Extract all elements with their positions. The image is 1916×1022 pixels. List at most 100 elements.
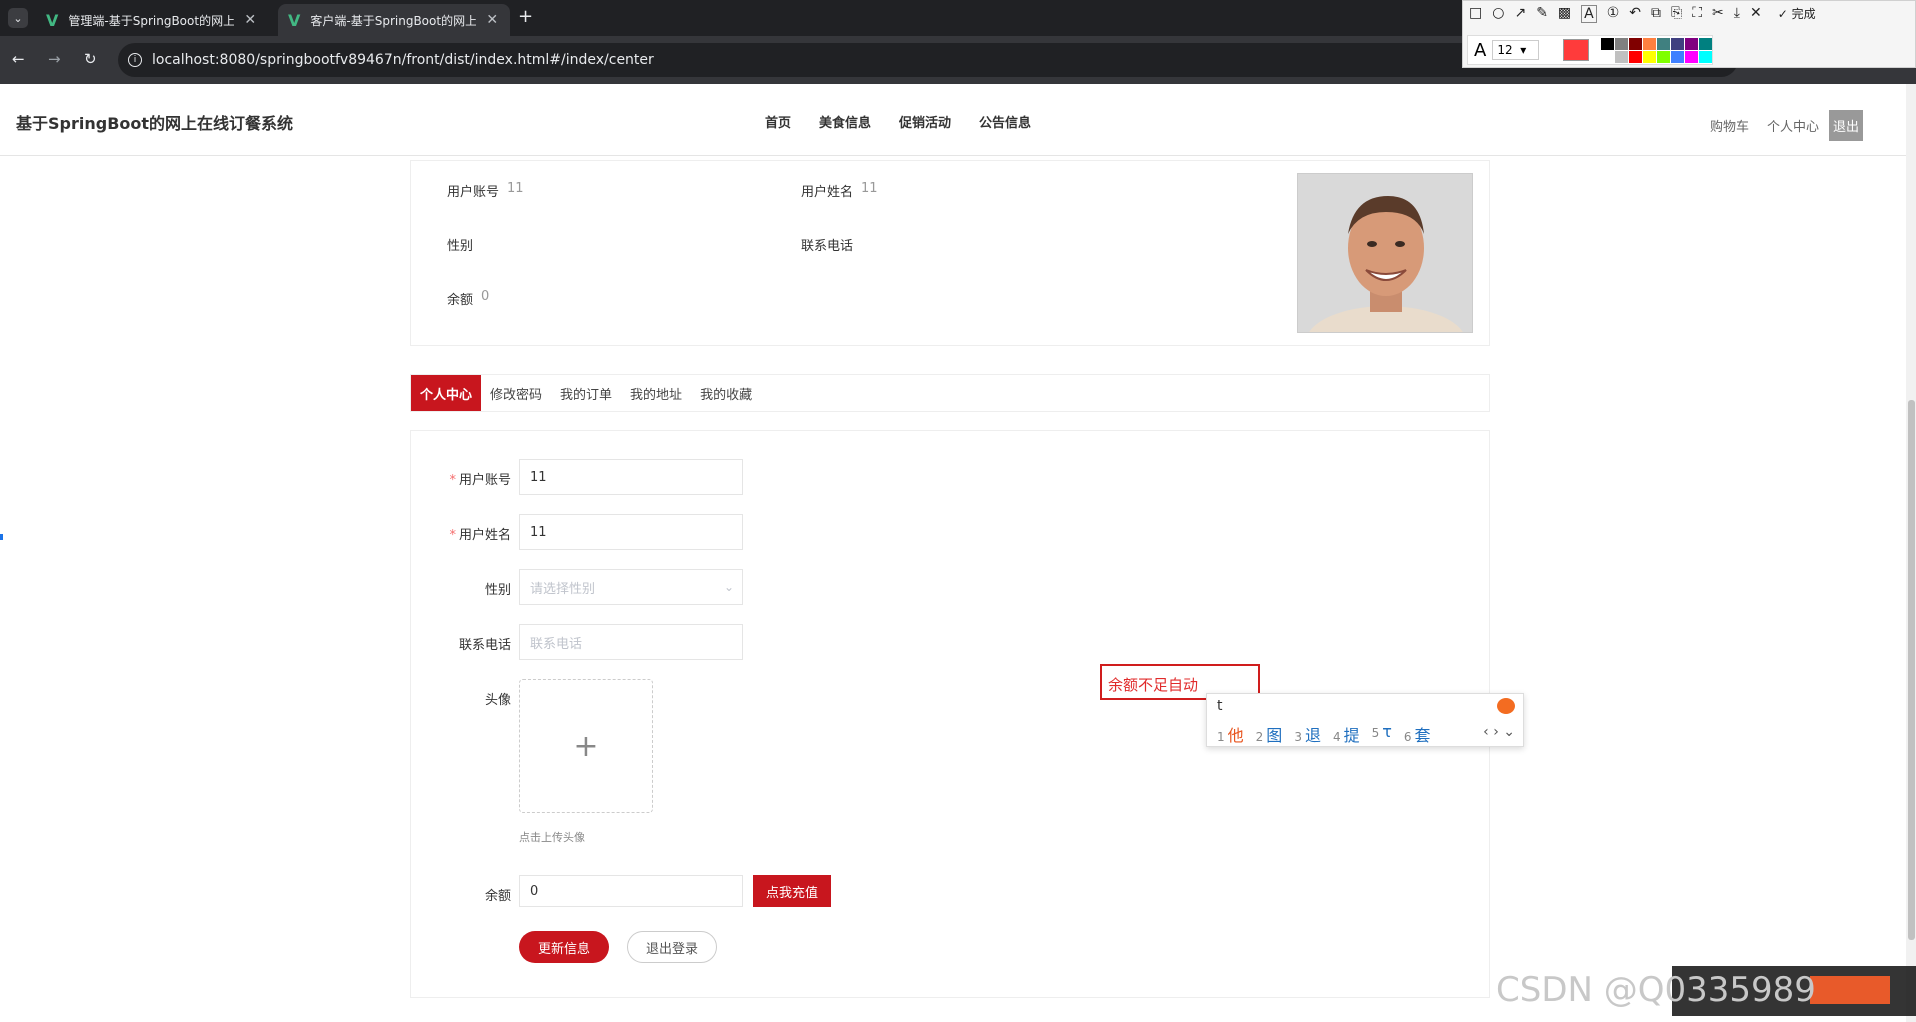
ime-candidate[interactable]: 5τ: [1372, 722, 1392, 746]
gender-select[interactable]: 请选择性别 ⌄: [519, 569, 743, 605]
ime-candidate[interactable]: 2图: [1256, 722, 1283, 746]
balance-field-label: 余额: [484, 889, 511, 904]
color-swatch[interactable]: [1699, 37, 1712, 50]
browser-tab-client[interactable]: V 客户端-基于SpringBoot的网上 ✕: [278, 4, 510, 36]
undo-icon[interactable]: ↶: [1629, 5, 1641, 23]
candidate-char: 套: [1414, 726, 1431, 745]
pen-tool-icon[interactable]: ✎: [1536, 5, 1548, 23]
font-size-select[interactable]: 12 ▾: [1492, 40, 1540, 60]
ime-candidate[interactable]: 3退: [1294, 722, 1321, 746]
color-swatch[interactable]: [1657, 50, 1670, 63]
avatar-upload[interactable]: +: [519, 679, 653, 813]
ime-candidate[interactable]: 1他: [1217, 722, 1244, 746]
cart-link[interactable]: 购物车: [1710, 116, 1749, 135]
color-swatch[interactable]: [1643, 37, 1656, 50]
forward-icon[interactable]: →: [48, 50, 61, 68]
ellipse-tool-icon[interactable]: ○: [1492, 5, 1504, 23]
close-tab-icon[interactable]: ✕: [486, 12, 498, 28]
color-swatch[interactable]: [1685, 50, 1698, 63]
copy-icon[interactable]: ⧉: [1651, 5, 1661, 23]
vue-logo-icon: V: [46, 10, 59, 30]
download-icon[interactable]: ⤓: [1734, 5, 1740, 23]
reload-icon[interactable]: ↻: [84, 50, 97, 68]
phone-input[interactable]: 联系电话: [519, 624, 743, 660]
browser-tab-admin[interactable]: V 管理端-基于SpringBoot的网上 ✕: [36, 4, 276, 36]
name-input[interactable]: 11: [519, 514, 743, 550]
text-tool-icon[interactable]: A: [1581, 5, 1597, 23]
color-swatch[interactable]: [1671, 37, 1684, 50]
upload-hint: 点击上传头像: [519, 831, 585, 844]
tab-search-button[interactable]: ⌄: [8, 8, 28, 28]
name-field-label-text: 用户姓名: [458, 528, 511, 543]
candidate-char: 他: [1227, 726, 1244, 745]
site-info-icon[interactable]: i: [128, 53, 142, 67]
name-field-label: * 用户姓名: [411, 524, 511, 543]
candidate-number: 6: [1403, 730, 1412, 744]
nav-announcements[interactable]: 公告信息: [979, 112, 1031, 131]
done-label: 完成: [1791, 7, 1816, 21]
font-icon: A: [1474, 39, 1487, 61]
nav-food-info[interactable]: 美食信息: [819, 112, 871, 131]
tab-change-password[interactable]: 修改密码: [481, 375, 551, 411]
color-swatch[interactable]: [1629, 50, 1642, 63]
overlay-red-badge: [1810, 976, 1890, 1004]
balance-label: 余额: [447, 293, 474, 308]
ime-typed-text: t: [1217, 698, 1223, 714]
candidate-number: 5: [1371, 726, 1380, 740]
tab-personal-center[interactable]: 个人中心: [411, 375, 482, 411]
name-value: 11: [861, 181, 878, 196]
nav-promotions[interactable]: 促销活动: [899, 112, 951, 131]
color-swatch[interactable]: [1629, 37, 1642, 50]
account-field-label-text: 用户账号: [458, 473, 511, 488]
color-swatch[interactable]: [1601, 50, 1614, 63]
nav-home[interactable]: 首页: [765, 112, 791, 131]
close-tab-icon[interactable]: ✕: [244, 12, 256, 28]
chevron-down-icon: ⌄: [723, 580, 734, 594]
new-tab-button[interactable]: +: [518, 6, 533, 27]
tab-title: 客户端-基于SpringBoot的网上: [310, 13, 477, 28]
logout-login-button[interactable]: 退出登录: [627, 931, 717, 963]
avatar-field-label: 头像: [484, 693, 511, 708]
mosaic-tool-icon[interactable]: ▩: [1558, 5, 1571, 23]
current-color-swatch[interactable]: [1563, 39, 1589, 61]
scrollbar-thumb[interactable]: [1908, 400, 1915, 940]
tab-my-orders[interactable]: 我的订单: [551, 375, 621, 411]
color-swatch[interactable]: [1685, 37, 1698, 50]
tab-my-address[interactable]: 我的地址: [621, 375, 691, 411]
header-user-links: 购物车 个人中心 退出: [1710, 110, 1864, 141]
account-input[interactable]: 11: [519, 459, 743, 495]
color-swatch[interactable]: [1699, 50, 1712, 63]
profile-info-card: 用户账号 11 用户姓名 11 性别 联系电话 余额 0: [410, 160, 1490, 346]
account-field-label: * 用户账号: [411, 469, 511, 488]
color-swatch[interactable]: [1643, 50, 1656, 63]
phone-label: 联系电话: [801, 239, 854, 254]
recharge-button[interactable]: 点我充值: [753, 875, 831, 907]
pin-icon[interactable]: ⎘: [1671, 5, 1682, 23]
candidate-char: τ: [1382, 722, 1392, 741]
color-swatch[interactable]: [1615, 50, 1628, 63]
color-swatch[interactable]: [1657, 37, 1670, 50]
cancel-icon[interactable]: ✕: [1750, 5, 1762, 23]
rectangle-tool-icon[interactable]: □: [1469, 5, 1482, 23]
update-info-button[interactable]: 更新信息: [519, 931, 609, 963]
number-tool-icon[interactable]: ①: [1607, 5, 1620, 23]
color-swatch[interactable]: [1615, 37, 1628, 50]
tab-my-favorites[interactable]: 我的收藏: [691, 375, 761, 411]
user-center-link[interactable]: 个人中心: [1767, 116, 1819, 135]
color-swatch[interactable]: [1601, 37, 1614, 50]
logout-button[interactable]: 退出: [1829, 110, 1864, 141]
balance-input[interactable]: 0: [519, 875, 743, 907]
ime-candidate[interactable]: 6套: [1404, 722, 1431, 746]
ime-page-arrows[interactable]: ‹ › ⌄: [1483, 724, 1515, 740]
color-palette: [1601, 37, 1712, 63]
vue-logo-icon: V: [288, 10, 301, 30]
scissors-icon[interactable]: ✂: [1712, 5, 1724, 23]
ime-candidate[interactable]: 4提: [1333, 722, 1360, 746]
long-screenshot-icon[interactable]: ⛶: [1692, 5, 1702, 23]
arrow-tool-icon[interactable]: ↗: [1514, 5, 1526, 23]
done-button[interactable]: ✓ 完成: [1778, 5, 1816, 23]
main-nav: 首页 美食信息 促销活动 公告信息: [765, 112, 1031, 131]
color-swatch[interactable]: [1671, 50, 1684, 63]
ime-candidate-window: t 1他 2图 3退 4提 5τ 6套 ‹ › ⌄: [1206, 693, 1524, 747]
back-icon[interactable]: ←: [12, 50, 25, 68]
